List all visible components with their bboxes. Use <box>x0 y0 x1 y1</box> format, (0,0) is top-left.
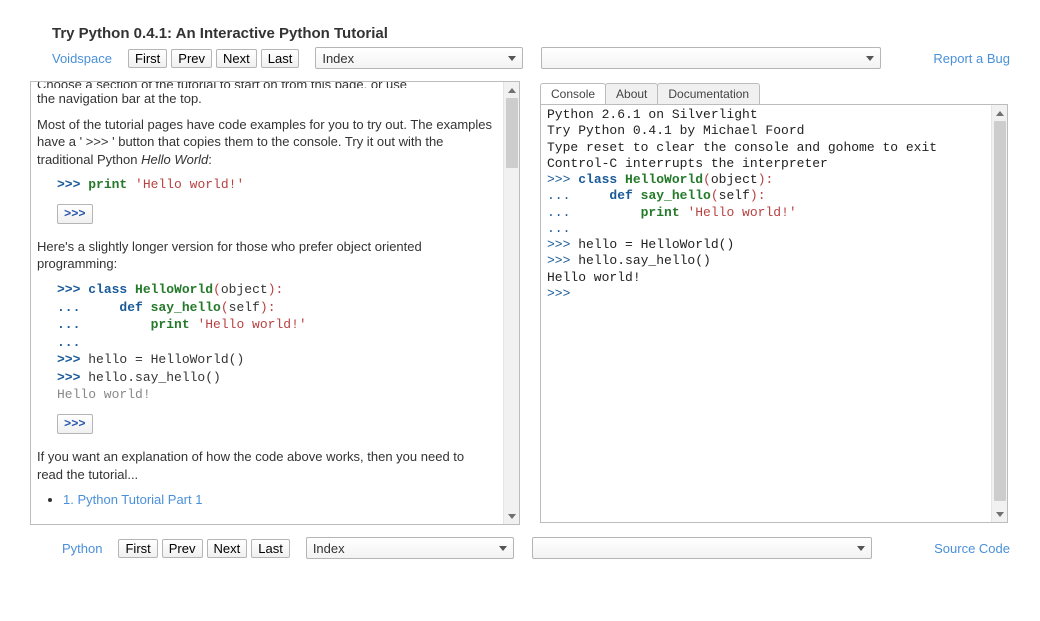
first-button[interactable]: First <box>128 49 167 68</box>
scroll-up-icon[interactable] <box>504 82 520 98</box>
page-dropdown-top[interactable] <box>541 47 881 69</box>
tut-p2: Most of the tutorial pages have code exa… <box>37 116 493 169</box>
tab-about[interactable]: About <box>605 83 658 104</box>
run-button-2[interactable]: >>> <box>57 414 93 434</box>
console-scrollbar[interactable] <box>991 105 1007 522</box>
prev-button-bottom[interactable]: Prev <box>162 539 203 558</box>
scroll-up-icon[interactable] <box>992 105 1008 121</box>
console-panel: Console About Documentation Python 2.6.1… <box>538 81 1010 525</box>
code-example-2: >>> class HelloWorld(object): ... def sa… <box>57 281 493 404</box>
python-link[interactable]: Python <box>62 541 102 556</box>
toc-item-1[interactable]: 1. Python Tutorial Part 1 <box>63 491 493 509</box>
tab-documentation[interactable]: Documentation <box>657 83 760 104</box>
voidspace-link[interactable]: Voidspace <box>52 51 112 66</box>
page-title: Try Python 0.4.1: An Interactive Python … <box>52 25 1010 42</box>
index-dropdown[interactable]: Index <box>315 47 523 69</box>
next-button[interactable]: Next <box>216 49 257 68</box>
scroll-down-icon[interactable] <box>504 508 520 524</box>
code-example-1: >>> print 'Hello world!' <box>57 176 493 194</box>
last-button[interactable]: Last <box>261 49 300 68</box>
next-button-bottom[interactable]: Next <box>207 539 248 558</box>
tut-p3: Here's a slightly longer version for tho… <box>37 238 493 273</box>
nav-bottom: Python First Prev Next Last Index Source… <box>62 537 1010 559</box>
last-button-bottom[interactable]: Last <box>251 539 290 558</box>
prev-button[interactable]: Prev <box>171 49 212 68</box>
index-dropdown-bottom[interactable]: Index <box>306 537 514 559</box>
tut-p4: If you want an explanation of how the co… <box>37 448 493 483</box>
tab-console[interactable]: Console <box>540 83 606 104</box>
run-button-1[interactable]: >>> <box>57 204 93 224</box>
scroll-down-icon[interactable] <box>992 506 1008 522</box>
index-dropdown-label: Index <box>322 51 354 66</box>
tutorial-scrollbar[interactable] <box>503 82 519 524</box>
nav-top: Voidspace First Prev Next Last Index Rep… <box>52 47 1010 69</box>
page-dropdown-bottom[interactable] <box>532 537 872 559</box>
report-bug-link[interactable]: Report a Bug <box>933 51 1010 66</box>
console-output[interactable]: Python 2.6.1 on Silverlight Try Python 0… <box>541 105 1007 304</box>
tut-line2: the navigation bar at the top. <box>37 90 493 108</box>
tutorial-panel: Choose a section of the tutorial to star… <box>30 81 520 525</box>
source-code-link[interactable]: Source Code <box>934 541 1010 556</box>
index-dropdown-label-bottom: Index <box>313 541 345 556</box>
tut-cutoff-top: Choose a section of the tutorial to star… <box>37 81 407 88</box>
first-button-bottom[interactable]: First <box>118 539 157 558</box>
